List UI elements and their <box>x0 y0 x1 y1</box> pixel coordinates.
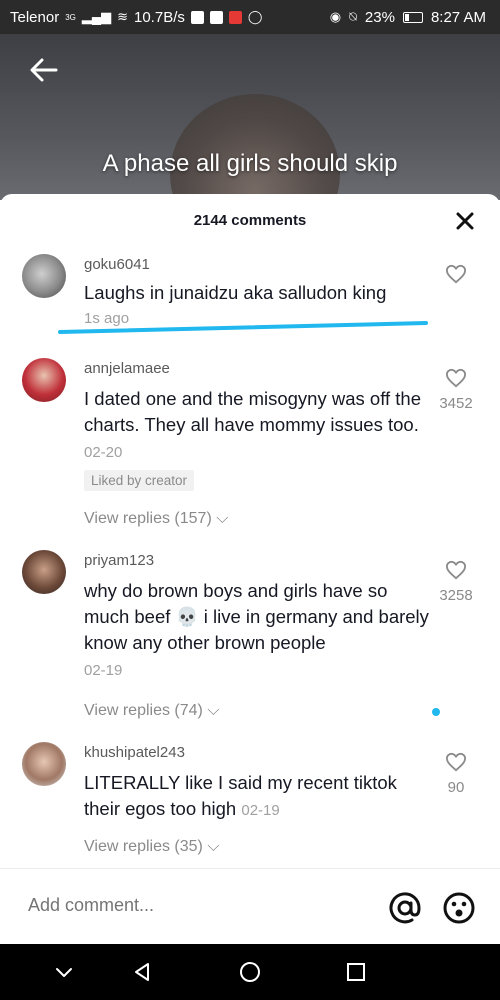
comment-time: 02-19 <box>241 802 280 819</box>
notification-app-icon <box>190 10 204 24</box>
like-column <box>426 264 486 289</box>
like-count: 3258 <box>439 587 473 604</box>
whatsapp-icon: ◯ <box>247 9 263 24</box>
eye-icon: ◉ <box>329 9 342 24</box>
comment-time: 02-19 <box>84 662 123 679</box>
system-nav-bar <box>0 944 500 1000</box>
back-arrow-icon[interactable] <box>26 52 62 88</box>
close-icon[interactable] <box>452 208 478 234</box>
comment-text: I dated one and the misogyny was off the… <box>84 386 434 466</box>
comment-text: why do brown boys and girls have so much… <box>84 578 434 684</box>
comments-sheet: 2144 comments goku6041 Laughs in junaidz… <box>0 194 500 944</box>
chevron-down-icon: ⌵ <box>207 702 220 719</box>
add-comment-bar <box>0 868 500 945</box>
like-column: 3452 <box>426 368 486 412</box>
nav-home-icon[interactable] <box>238 960 262 984</box>
avatar[interactable] <box>22 550 66 594</box>
comment-text: LITERALLY like I said my recent tiktok t… <box>84 770 434 824</box>
avatar[interactable] <box>22 254 66 298</box>
heart-outline-icon[interactable] <box>445 560 467 580</box>
view-replies-button[interactable]: View replies (35) ⌵ <box>84 838 219 856</box>
comments-header: 2144 comments <box>0 194 500 246</box>
heart-outline-icon[interactable] <box>445 752 467 772</box>
chevron-down-icon: ⌵ <box>216 510 229 527</box>
like-count: 90 <box>447 779 465 796</box>
view-replies-label: View replies (157) <box>84 510 212 527</box>
comment-username[interactable]: khushipatel243 <box>84 744 185 761</box>
clock: 8:27 AM <box>430 8 486 26</box>
signal-icon: ▂▄▆ <box>81 9 112 24</box>
mail-icon <box>209 10 223 24</box>
nav-hide-chevron-icon[interactable] <box>52 960 76 984</box>
add-comment-input[interactable] <box>28 895 328 916</box>
status-bar: Telenor 3G ▂▄▆ ≋ 10.7B/s ◯ ◉ ⍉ 23% 8:27 … <box>0 0 500 34</box>
heart-outline-icon[interactable] <box>445 368 467 388</box>
like-column: 3258 <box>426 560 486 604</box>
video-caption: A phase all girls should skip <box>102 150 398 177</box>
network-speed: 10.7B/s <box>134 8 185 26</box>
comment-username[interactable]: priyam123 <box>84 552 154 569</box>
emoji-icon[interactable] <box>442 891 476 925</box>
highlight-underline <box>58 321 428 334</box>
view-replies-label: View replies (35) <box>84 838 203 855</box>
comment-username[interactable]: goku6041 <box>84 256 150 273</box>
carrier-name: Telenor <box>10 8 60 26</box>
battery-percent: 23% <box>364 8 395 26</box>
chevron-down-icon: ⌵ <box>207 838 220 855</box>
at-sign-icon[interactable] <box>388 891 422 925</box>
view-replies-button[interactable]: View replies (157) ⌵ <box>84 510 228 528</box>
skull-emoji-icon: 💀 <box>175 606 199 627</box>
avatar[interactable] <box>22 358 66 402</box>
nav-recents-icon[interactable] <box>344 960 368 984</box>
comment-body: I dated one and the misogyny was off the… <box>84 388 421 435</box>
notification-red-app-icon <box>228 10 242 24</box>
nav-back-icon[interactable] <box>130 960 154 984</box>
video-frame-image <box>170 94 340 200</box>
battery-icon <box>402 11 423 23</box>
like-column: 90 <box>426 752 486 796</box>
heart-outline-icon[interactable] <box>445 264 467 284</box>
comment-count: 2144 comments <box>193 212 307 229</box>
mute-icon: ⍉ <box>349 9 357 24</box>
liked-by-creator-badge: Liked by creator <box>84 470 195 491</box>
comment-text: Laughs in junaidzu aka salludon king <box>84 282 387 303</box>
comment-time: 02-20 <box>84 444 123 461</box>
like-count: 3452 <box>439 395 473 412</box>
wifi-icon: ≋ <box>117 9 128 24</box>
unread-indicator <box>432 708 440 716</box>
video-preview[interactable]: A phase all girls should skip <box>0 34 500 200</box>
view-replies-button[interactable]: View replies (74) ⌵ <box>84 702 219 720</box>
comment-username[interactable]: annjelamaee <box>84 360 170 377</box>
network-type: 3G <box>65 12 76 22</box>
avatar[interactable] <box>22 742 66 786</box>
view-replies-label: View replies (74) <box>84 702 203 719</box>
